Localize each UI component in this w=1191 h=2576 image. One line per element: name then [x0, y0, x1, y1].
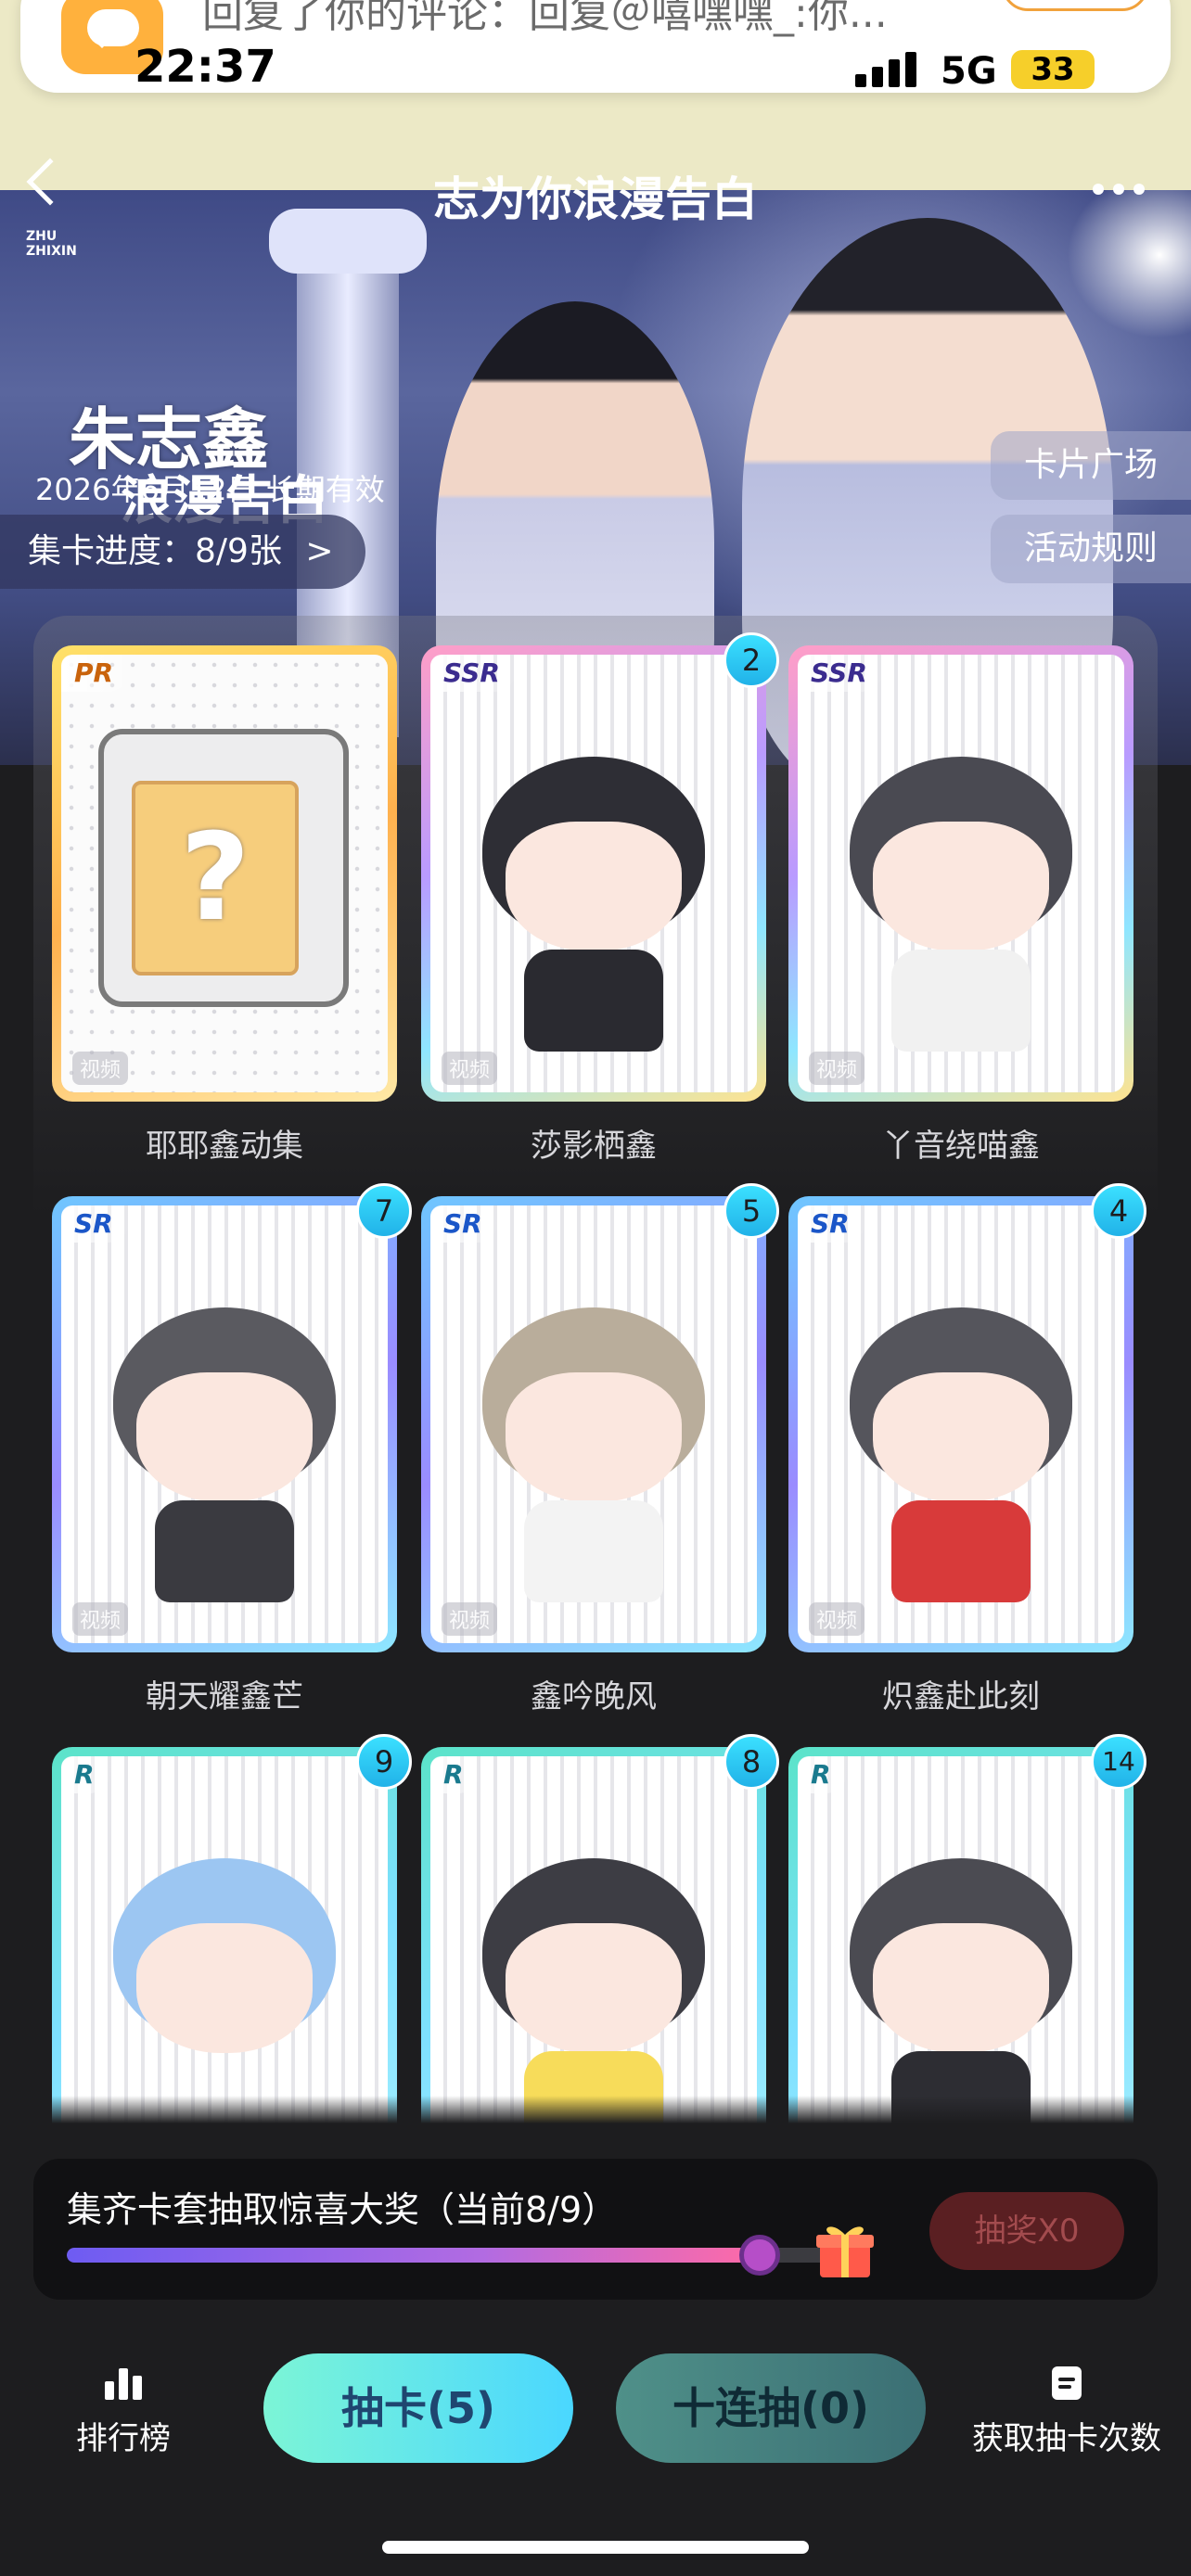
- card-name: 莎影栖鑫: [531, 1128, 657, 1165]
- grid-fade: [0, 2096, 1191, 2123]
- card-count-badge: 2: [724, 632, 779, 688]
- video-stamp: 视频: [809, 1052, 865, 1085]
- video-stamp: 视频: [72, 1602, 129, 1636]
- card-name: 耶耶鑫动集: [146, 1128, 303, 1165]
- chibi-face: [873, 822, 1049, 951]
- rarity-badge: PR: [61, 655, 131, 692]
- ten-draw-button[interactable]: 十连抽(0): [616, 2353, 926, 2463]
- video-stamp: 视频: [442, 1052, 498, 1085]
- bottom-action-bar: 排行榜 抽卡(5) 十连抽(0) 获取抽卡次数: [0, 2337, 1191, 2485]
- card-name: 丫音绕喵鑫: [882, 1128, 1040, 1165]
- rarity-badge: R: [430, 1756, 480, 1793]
- rarity-badge: R: [798, 1756, 848, 1793]
- page-title: 志为你浪漫告白: [433, 172, 758, 226]
- ranking-tab[interactable]: 排行榜: [76, 2365, 171, 2458]
- collection-progress-button[interactable]: 集卡进度：8/9张 >: [0, 515, 365, 589]
- document-icon: [1052, 2366, 1082, 2400]
- collection-progress-label: 集卡进度：8/9张: [28, 532, 282, 570]
- signal-icon: [855, 48, 920, 91]
- card-name: 鑫吟晚风: [531, 1678, 657, 1715]
- validity-text: 2026年6月12日 长期有效: [35, 472, 385, 507]
- card-count-badge: 9: [356, 1734, 412, 1790]
- chibi-face: [506, 822, 682, 951]
- video-stamp: 视频: [442, 1602, 498, 1636]
- chibi-face: [873, 1923, 1049, 2053]
- ranking-icon: [105, 2368, 142, 2400]
- reward-progress-fill: [67, 2248, 760, 2263]
- ranking-label: 排行榜: [76, 2420, 171, 2457]
- chibi-body: [155, 1500, 294, 1602]
- battery-icon: 33: [1011, 50, 1095, 89]
- rarity-badge: SR: [61, 1205, 130, 1243]
- chibi-face: [136, 1372, 313, 1502]
- reward-progress-track: [67, 2248, 846, 2263]
- chibi-face: [136, 1923, 313, 2053]
- home-indicator[interactable]: [382, 2541, 809, 2554]
- card-count-badge: 4: [1091, 1183, 1146, 1239]
- get-draws-label: 获取抽卡次数: [972, 2420, 1161, 2457]
- card-count-badge: 14: [1091, 1734, 1146, 1790]
- chibi-body: [524, 950, 663, 1052]
- card-3[interactable]: SSR 视频: [788, 645, 1133, 1102]
- chevron-right-icon: >: [305, 532, 334, 570]
- rarity-badge: SSR: [798, 655, 884, 692]
- rarity-badge: SR: [430, 1205, 499, 1243]
- card-9[interactable]: R: [788, 1747, 1133, 2123]
- notification-text: 回复了你的评论：回复＠嘻嘿嘿_:你...: [202, 0, 888, 37]
- reward-panel: 集齐卡套抽取惊喜大奖（当前8/9） 抽奖X0: [33, 2159, 1158, 2300]
- chibi-body: [891, 950, 1031, 1052]
- card-square-button[interactable]: 卡片广场: [991, 431, 1191, 500]
- reward-title: 集齐卡套抽取惊喜大奖（当前8/9）: [67, 2189, 618, 2230]
- card-4[interactable]: SR 视频: [52, 1196, 397, 1652]
- card-7[interactable]: R: [52, 1747, 397, 2123]
- mystery-card-box: ?: [98, 729, 349, 1007]
- card-2[interactable]: SSR 视频: [421, 645, 766, 1102]
- banner-logo: ZHU ZHIXIN: [26, 229, 77, 259]
- rarity-badge: R: [61, 1756, 111, 1793]
- card-count-badge: 7: [356, 1183, 412, 1239]
- reward-progress-knob: [738, 2235, 780, 2276]
- rarity-badge: SR: [798, 1205, 866, 1243]
- card-count-badge: 5: [724, 1183, 779, 1239]
- network-label: 5G: [941, 50, 997, 93]
- chibi-face: [506, 1923, 682, 2053]
- get-draws-tab[interactable]: 获取抽卡次数: [972, 2365, 1161, 2458]
- chibi-face: [873, 1372, 1049, 1502]
- activity-rules-button[interactable]: 活动规则: [991, 515, 1191, 583]
- card-count-badge: 8: [724, 1734, 779, 1790]
- banner-logo-line1: ZHU: [26, 229, 58, 244]
- chibi-body: [891, 1500, 1031, 1602]
- chibi-body: [524, 1500, 663, 1602]
- card-1[interactable]: ? PR 视频: [52, 645, 397, 1102]
- status-time: 22:37: [134, 41, 276, 93]
- chibi-face: [506, 1372, 682, 1502]
- notification-reply-button[interactable]: 回复: [1002, 0, 1148, 11]
- more-icon[interactable]: [1093, 184, 1148, 197]
- draw-card-button[interactable]: 抽卡(5): [263, 2353, 573, 2463]
- question-mark-icon: ?: [132, 781, 299, 976]
- card-row-3-clip: R R R: [0, 1734, 1191, 2123]
- video-stamp: 视频: [72, 1052, 129, 1085]
- video-stamp: 视频: [809, 1602, 865, 1636]
- lottery-button[interactable]: 抽奖X0: [929, 2192, 1124, 2270]
- card-6[interactable]: SR 视频: [788, 1196, 1133, 1652]
- gift-icon: [816, 2226, 874, 2277]
- card-5[interactable]: SR 视频: [421, 1196, 766, 1652]
- rarity-badge: SSR: [430, 655, 517, 692]
- card-name: 朝天耀鑫芒: [146, 1678, 303, 1715]
- card-8[interactable]: R: [421, 1747, 766, 2123]
- card-name: 炽鑫赴此刻: [882, 1678, 1040, 1715]
- banner-logo-line2: ZHIXIN: [26, 244, 77, 259]
